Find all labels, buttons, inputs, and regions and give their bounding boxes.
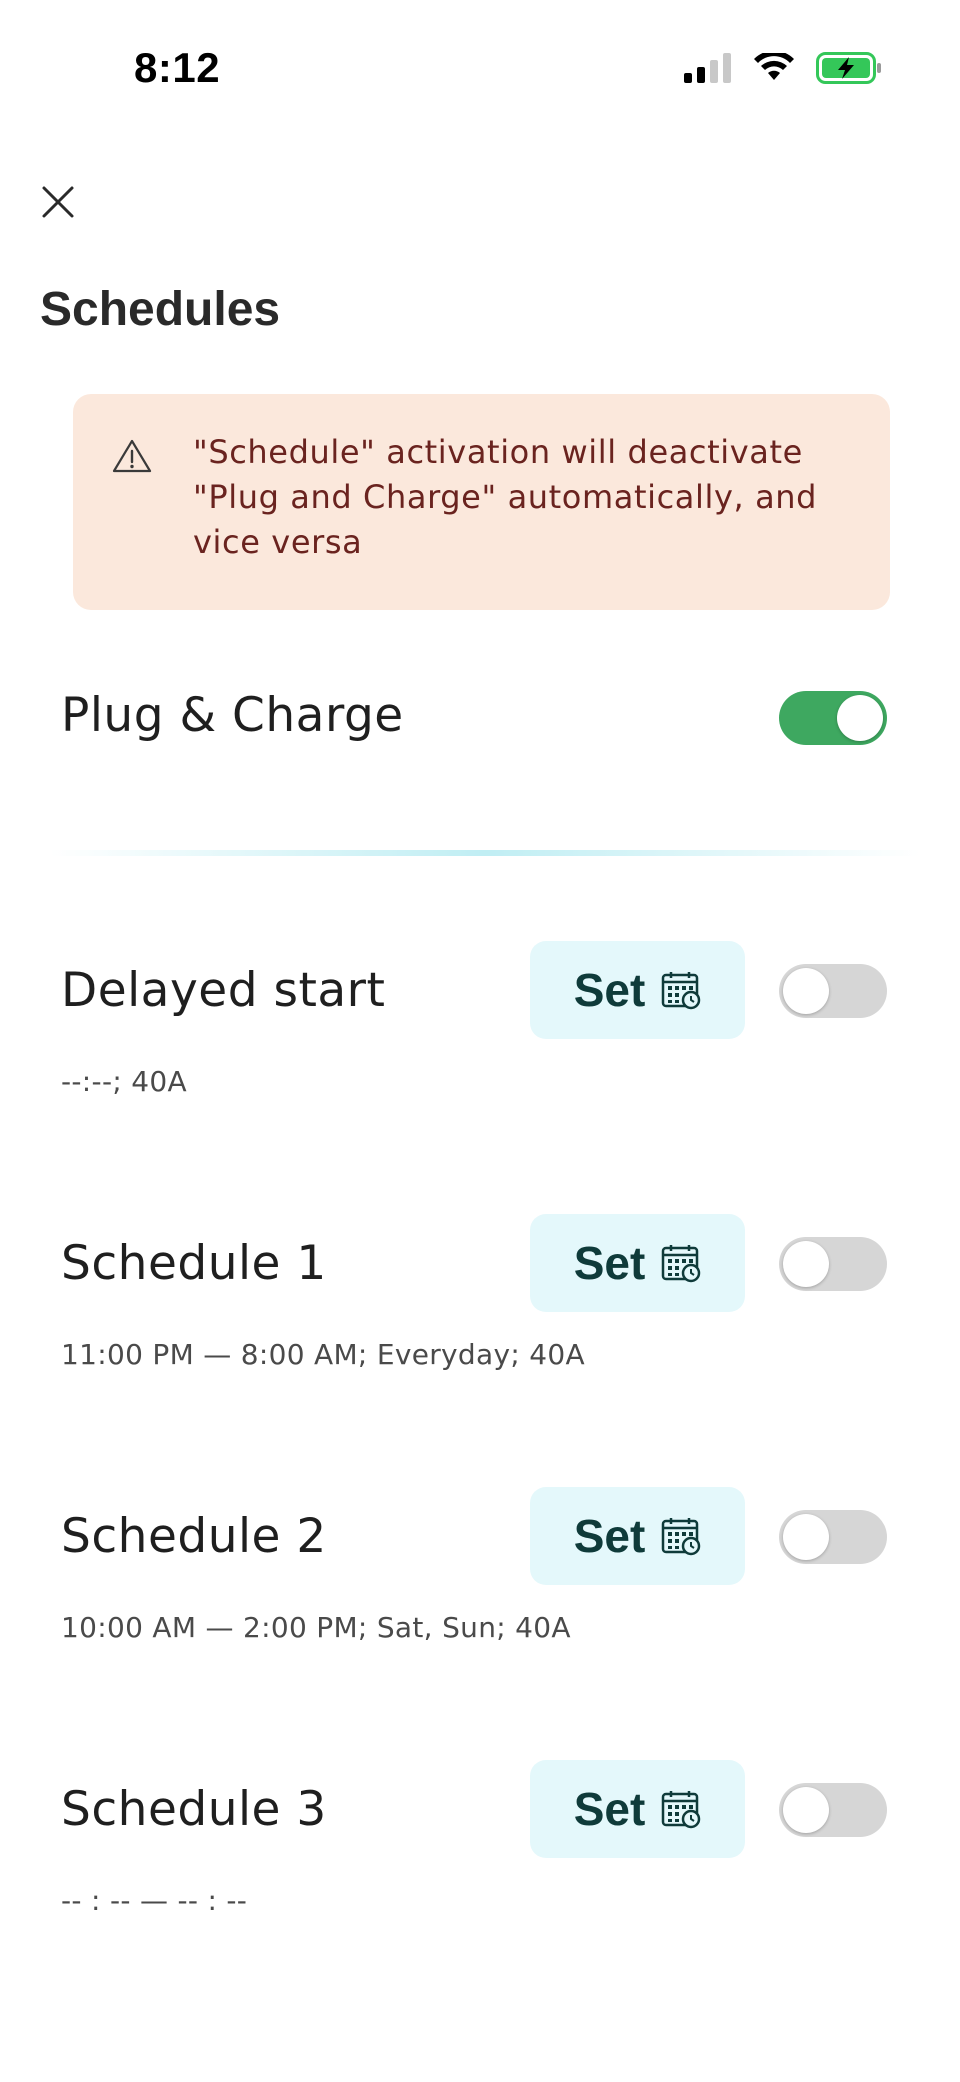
warning-text: "Schedule" activation will deactivate "P…: [193, 433, 818, 561]
wifi-icon: [754, 53, 794, 80]
set-button-label: Set: [573, 1783, 646, 1835]
schedule-title-3: Schedule 3: [61, 1782, 327, 1837]
plug-and-charge-toggle[interactable]: [779, 691, 887, 745]
page-title: Schedules: [40, 283, 281, 336]
schedule-3-toggle[interactable]: [779, 1783, 887, 1837]
toggle-knob: [783, 1241, 829, 1287]
set-button-schedule-3[interactable]: Set: [530, 1760, 745, 1858]
schedule-details-2: 10:00 AM — 2:00 PM; Sat, Sun; 40A: [61, 1611, 571, 1644]
schedule-2-toggle[interactable]: [779, 1510, 887, 1564]
toggle-knob: [837, 695, 883, 741]
close-icon: [42, 186, 74, 218]
schedule-details-1: 11:00 PM — 8:00 AM; Everyday; 40A: [61, 1338, 585, 1371]
toggle-knob: [783, 1514, 829, 1560]
divider: [50, 850, 920, 856]
schedule-title-2: Schedule 2: [61, 1509, 327, 1564]
toggle-knob: [783, 968, 829, 1014]
warning-triangle-icon: [112, 439, 152, 473]
calendar-clock-icon: [662, 1518, 701, 1556]
calendar-clock-icon: [662, 972, 701, 1010]
set-button-label: Set: [573, 1510, 646, 1562]
schedule-details-delayed-start: --:--; 40A: [61, 1065, 187, 1098]
status-time: 8:12: [134, 44, 221, 91]
toggle-knob: [783, 1787, 829, 1833]
schedule-title-1: Schedule 1: [61, 1236, 327, 1291]
calendar-clock-icon: [662, 1791, 701, 1829]
set-button-label: Set: [573, 964, 646, 1016]
schedule-title-delayed-start: Delayed start: [61, 963, 386, 1018]
status-bar: 8:12: [0, 0, 960, 140]
status-icons: [684, 52, 882, 84]
warning-banner: "Schedule" activation will deactivate "P…: [73, 394, 890, 610]
delayed-start-toggle[interactable]: [779, 964, 887, 1018]
battery-charging-icon: [816, 52, 881, 84]
cellular-signal-icon: [684, 53, 731, 83]
set-button-delayed-start[interactable]: Set: [530, 941, 745, 1039]
schedule-1-toggle[interactable]: [779, 1237, 887, 1291]
set-button-schedule-2[interactable]: Set: [530, 1487, 745, 1585]
close-button[interactable]: [38, 182, 78, 222]
set-button-schedule-1[interactable]: Set: [530, 1214, 745, 1312]
schedule-details-3: -- : -- — -- : --: [61, 1884, 248, 1917]
set-button-label: Set: [573, 1237, 646, 1289]
plug-and-charge-label: Plug & Charge: [61, 688, 404, 743]
calendar-clock-icon: [662, 1245, 701, 1283]
